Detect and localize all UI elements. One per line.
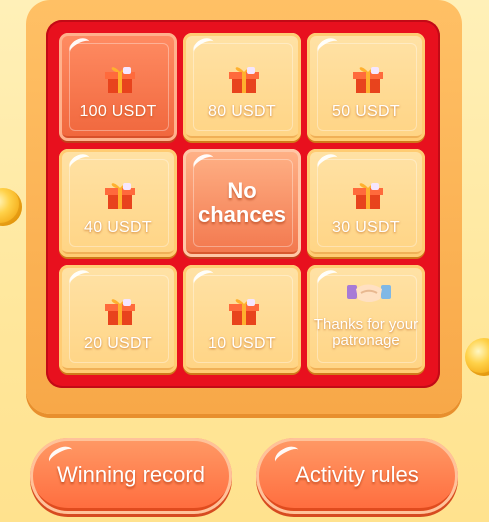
- prize-label: 50 USDT: [332, 103, 400, 120]
- prize-label: 10 USDT: [208, 335, 276, 352]
- gift-box-icon: [353, 183, 383, 209]
- prize-tile-thanks: Thanks for your patronage: [307, 265, 425, 373]
- tile-shine: [314, 150, 342, 176]
- winning-record-button[interactable]: Winning record: [30, 438, 232, 514]
- tile-shine: [190, 266, 218, 292]
- coin-decoration-right: [465, 338, 489, 376]
- no-chances-line-1: No: [227, 178, 257, 203]
- prize-label: 30 USDT: [332, 219, 400, 236]
- tile-shine: [314, 266, 342, 292]
- prize-tile-50-usdt: 50 USDT: [307, 33, 425, 141]
- activity-rules-button[interactable]: Activity rules: [256, 438, 458, 514]
- prize-label: 40 USDT: [84, 219, 152, 236]
- prize-label: 20 USDT: [84, 335, 152, 352]
- prize-tile-80-usdt: 80 USDT: [183, 33, 301, 141]
- tile-shine: [66, 34, 94, 60]
- prize-grid: 100 USDT 80 USDT 50 USDT 40 USDT No chan…: [46, 20, 440, 388]
- prize-tile-40-usdt: 40 USDT: [59, 149, 177, 257]
- no-chances-tile[interactable]: No chances: [183, 149, 301, 257]
- prize-tile-30-usdt: 30 USDT: [307, 149, 425, 257]
- prize-tile-20-usdt: 20 USDT: [59, 265, 177, 373]
- prize-tile-10-usdt: 10 USDT: [183, 265, 301, 373]
- tile-shine: [190, 34, 218, 60]
- handshake-icon: [347, 284, 391, 302]
- lottery-panel: 100 USDT 80 USDT 50 USDT 40 USDT No chan…: [26, 0, 462, 414]
- winning-record-label: Winning record: [57, 462, 205, 487]
- coin-decoration-left: [0, 188, 22, 226]
- prize-label: 100 USDT: [79, 103, 157, 120]
- gift-box-icon: [229, 299, 259, 325]
- gift-box-icon: [229, 67, 259, 93]
- activity-rules-label: Activity rules: [295, 462, 419, 487]
- gift-box-icon: [105, 183, 135, 209]
- prize-tile-100-usdt: 100 USDT: [59, 33, 177, 141]
- tile-shine: [66, 266, 94, 292]
- no-chances-label: No chances: [183, 179, 301, 227]
- prize-grid-frame: 100 USDT 80 USDT 50 USDT 40 USDT No chan…: [46, 20, 440, 388]
- gift-box-icon: [105, 67, 135, 93]
- tile-shine: [66, 150, 94, 176]
- tile-shine: [190, 150, 218, 176]
- no-chances-line-2: chances: [197, 202, 287, 227]
- tile-shine: [314, 34, 342, 60]
- gift-box-icon: [353, 67, 383, 93]
- prize-label: 80 USDT: [208, 103, 276, 120]
- gift-box-icon: [105, 299, 135, 325]
- thanks-label: Thanks for your patronage: [313, 316, 419, 349]
